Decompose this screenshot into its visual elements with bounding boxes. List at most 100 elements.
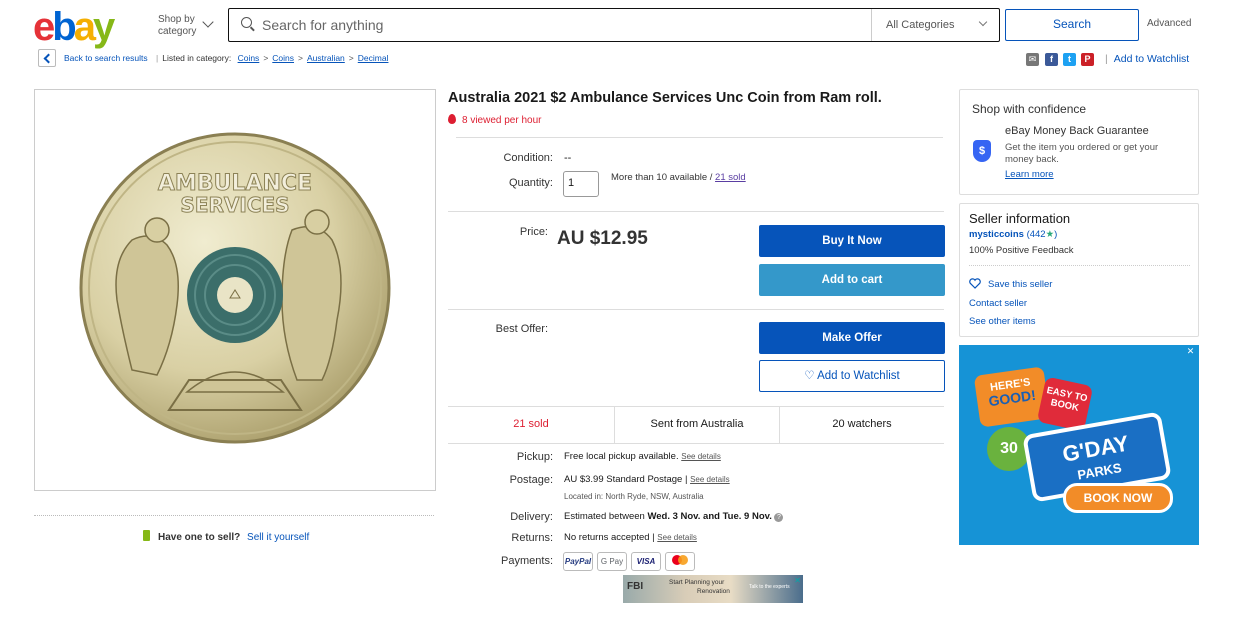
book-now-button[interactable]: BOOK NOW [1063, 483, 1173, 513]
small-advertisement[interactable]: FBI Start Planning your Renovation Talk … [623, 575, 803, 603]
easy-to-book-badge: EASY TO BOOK [1036, 376, 1094, 432]
sold-count: 21 sold [513, 418, 549, 430]
divider [969, 265, 1190, 266]
coin-text-bottom: SERVICES [180, 193, 289, 217]
delivery-label: Delivery: [510, 511, 553, 523]
breadcrumb-item[interactable]: Coins [238, 53, 260, 63]
shop-by-label: Shop by [158, 14, 195, 25]
postage-value: AU $3.99 Standard Postage | See details [564, 474, 730, 485]
breadcrumb-item[interactable]: Australian [307, 53, 345, 63]
hot-text: 8 viewed per hour [462, 115, 542, 126]
shield-icon: $ [973, 140, 991, 162]
back-to-results-link[interactable]: Back to search results [64, 53, 148, 63]
pinterest-icon[interactable]: P [1081, 53, 1094, 66]
breadcrumb: Back to search results | Listed in catego… [64, 53, 389, 63]
search-input[interactable] [262, 10, 862, 40]
back-arrow-icon[interactable] [38, 49, 56, 67]
seller-heading: Seller information [969, 211, 1071, 226]
tag-icon [143, 530, 150, 541]
quantity-label: Quantity: [508, 177, 553, 189]
availability-text: More than 10 available / [611, 172, 713, 183]
sell-question: Have one to sell? [158, 532, 241, 543]
add-to-cart-button[interactable]: Add to cart [759, 264, 945, 296]
availability: More than 10 available / 21 sold [611, 172, 746, 183]
price-label: Price: [519, 226, 548, 238]
info-icon[interactable]: ? [774, 513, 784, 522]
seller-name-row: mysticcoins (442★) [969, 229, 1057, 240]
logo-letter: a [73, 5, 96, 49]
feedback-score[interactable]: (442 [1027, 229, 1046, 240]
listed-in-label: Listed in category: [162, 53, 232, 63]
returns-value: No returns accepted | See details [564, 532, 697, 543]
postage-label: Postage: [509, 474, 553, 486]
contact-seller-link[interactable]: Contact seller [969, 298, 1027, 309]
feedback-score-end: ) [1054, 229, 1058, 240]
category-select[interactable]: All Categories [871, 9, 999, 41]
gday-parks-advertisement[interactable]: ✕ HERE'S GOOD! EASY TO BOOK 30 G'DAY PAR… [959, 345, 1199, 545]
payments-label: Payments: [501, 555, 553, 567]
facebook-icon[interactable]: f [1045, 53, 1058, 66]
add-to-watchlist-button[interactable]: ♡ Add to Watchlist [759, 360, 945, 392]
visa-icon: VISA [631, 552, 661, 571]
money-back-guarantee: eBay Money Back Guarantee [1005, 125, 1149, 137]
returns-label: Returns: [511, 532, 553, 544]
divider [456, 137, 943, 138]
quantity-input[interactable]: 1 [563, 171, 599, 197]
advanced-search-link[interactable]: Advanced [1147, 18, 1191, 29]
ebay-logo[interactable]: ebay [33, 5, 115, 49]
seller-name-link[interactable]: mysticcoins [969, 229, 1024, 240]
mastercard-icon [665, 552, 695, 571]
guarantee-desc: Get the item you ordered or get your mon… [1005, 142, 1159, 165]
top-watchlist-link[interactable]: | Add to Watchlist [1105, 53, 1189, 65]
save-seller-link[interactable]: Save this seller [988, 279, 1052, 290]
category-label: category [158, 26, 197, 37]
logo-letter: b [52, 5, 77, 49]
make-offer-button[interactable]: Make Offer [759, 322, 945, 354]
see-details-link[interactable]: See details [690, 475, 730, 484]
email-icon[interactable]: ✉ [1026, 53, 1039, 66]
star-icon: ★ [1045, 229, 1055, 240]
ad-text-1: Start Planning your [669, 579, 725, 586]
coin-image: AMBULANCE SERVICES [79, 132, 391, 444]
sell-it-yourself-link[interactable]: Sell it yourself [247, 532, 309, 543]
divider [448, 443, 944, 444]
paypal-icon: PayPal [563, 552, 593, 571]
divider [448, 309, 944, 310]
price-value: AU $12.95 [557, 228, 648, 249]
watchers-count: 20 watchers [779, 407, 944, 443]
close-icon[interactable]: ✕ [794, 576, 801, 585]
ad-cta[interactable]: Talk to the experts [749, 584, 790, 590]
close-icon[interactable]: ✕ [1185, 346, 1196, 357]
item-title: Australia 2021 $2 Ambulance Services Unc… [448, 90, 882, 106]
breadcrumb-item[interactable]: Decimal [358, 53, 389, 63]
shop-by-category[interactable]: Shop by category [158, 14, 196, 38]
divider [34, 515, 434, 516]
postage-text: AU $3.99 Standard Postage | [564, 474, 688, 485]
logo-letter: y [92, 5, 115, 49]
confidence-title: Shop with confidence [972, 102, 1087, 116]
watchlist-label: Add to Watchlist [1113, 53, 1190, 65]
best-offer-label: Best Offer: [495, 323, 548, 335]
search-button[interactable]: Search [1005, 9, 1139, 41]
twitter-icon[interactable]: t [1063, 53, 1076, 66]
learn-more-link[interactable]: Learn more [1005, 169, 1054, 180]
sold-link[interactable]: 21 sold [715, 172, 746, 183]
condition-label: Condition: [503, 152, 553, 164]
sent-from: Sent from Australia [614, 407, 779, 443]
see-details-link[interactable]: See details [681, 452, 721, 461]
heart-icon [969, 278, 981, 289]
google-pay-icon: G Pay [597, 552, 627, 571]
returns-text: No returns accepted | [564, 532, 655, 543]
logo-letter: e [33, 5, 55, 49]
see-details-link[interactable]: See details [657, 533, 697, 542]
buy-it-now-button[interactable]: Buy It Now [759, 225, 945, 257]
pickup-value: Free local pickup available. See details [564, 451, 721, 462]
breadcrumb-item[interactable]: Coins [272, 53, 294, 63]
search-icon [241, 17, 252, 28]
pickup-text: Free local pickup available. [564, 451, 679, 462]
ad-text-2: Renovation [697, 588, 730, 595]
sell-prompt: Have one to sell? Sell it yourself [143, 530, 309, 543]
see-other-items-link[interactable]: See other items [969, 316, 1036, 327]
hot-indicator: 8 viewed per hour [448, 114, 542, 126]
located-in: Located in: North Ryde, NSW, Australia [564, 492, 704, 501]
